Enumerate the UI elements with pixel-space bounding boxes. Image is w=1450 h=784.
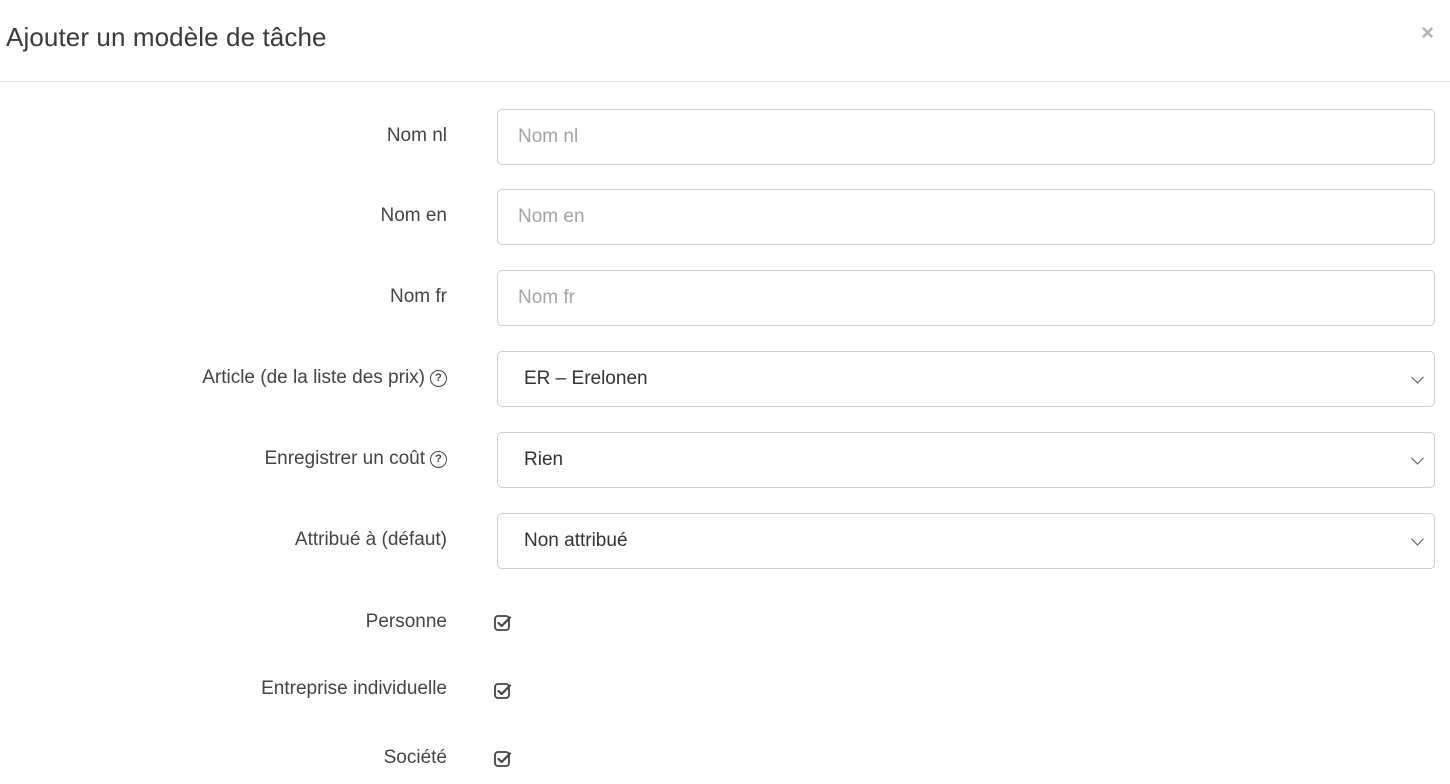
form-row-nom-nl: Nom nl xyxy=(0,109,1450,165)
nom-fr-input[interactable] xyxy=(497,270,1435,326)
form-row-assigned: Attribué à (défaut) Non attribué xyxy=(0,513,1450,569)
nom-fr-label: Nom fr xyxy=(390,286,447,307)
form-row-entreprise: Entreprise individuelle xyxy=(0,675,1450,705)
article-label-wrap: Article (de la liste des prix) ? xyxy=(202,367,447,389)
cost-select[interactable]: Rien xyxy=(497,432,1435,488)
chevron-down-icon xyxy=(1411,451,1424,465)
modal-title: Ajouter un modèle de tâche xyxy=(6,22,327,52)
close-button[interactable]: × xyxy=(1421,22,1434,44)
article-selected-value: ER – Erelonen xyxy=(524,368,648,389)
cost-label-wrap: Enregistrer un coût ? xyxy=(264,448,447,470)
personne-label: Personne xyxy=(365,611,447,632)
form-row-article: Article (de la liste des prix) ? ER – Er… xyxy=(0,351,1450,407)
article-select[interactable]: ER – Erelonen xyxy=(497,351,1435,407)
cost-selected-value: Rien xyxy=(524,449,564,470)
nom-nl-input[interactable] xyxy=(497,109,1435,165)
form-row-nom-en: Nom en xyxy=(0,189,1450,245)
assigned-select[interactable]: Non attribué xyxy=(497,513,1435,569)
modal-header: Ajouter un modèle de tâche × xyxy=(0,0,1450,82)
chevron-down-icon xyxy=(1411,370,1424,384)
form-row-societe: Société xyxy=(0,743,1450,773)
cost-label: Enregistrer un coût xyxy=(264,448,425,469)
check-square-icon[interactable] xyxy=(493,749,513,769)
form-row-cost: Enregistrer un coût ? Rien xyxy=(0,432,1450,488)
form-row-nom-fr: Nom fr xyxy=(0,270,1450,326)
assigned-label: Attribué à (défaut) xyxy=(294,529,447,550)
nom-en-input[interactable] xyxy=(497,189,1435,245)
form-row-personne: Personne xyxy=(0,608,1450,638)
entreprise-label: Entreprise individuelle xyxy=(261,678,447,699)
chevron-down-icon xyxy=(1411,532,1424,546)
article-label: Article (de la liste des prix) xyxy=(202,367,425,388)
societe-label: Société xyxy=(383,747,447,768)
check-square-icon[interactable] xyxy=(493,613,513,633)
question-circle-icon[interactable]: ? xyxy=(430,369,447,387)
check-square-icon[interactable] xyxy=(493,681,513,701)
nom-nl-label: Nom nl xyxy=(386,125,447,146)
question-circle-icon[interactable]: ? xyxy=(430,450,447,468)
assigned-selected-value: Non attribué xyxy=(524,530,628,551)
nom-en-label: Nom en xyxy=(380,205,447,226)
